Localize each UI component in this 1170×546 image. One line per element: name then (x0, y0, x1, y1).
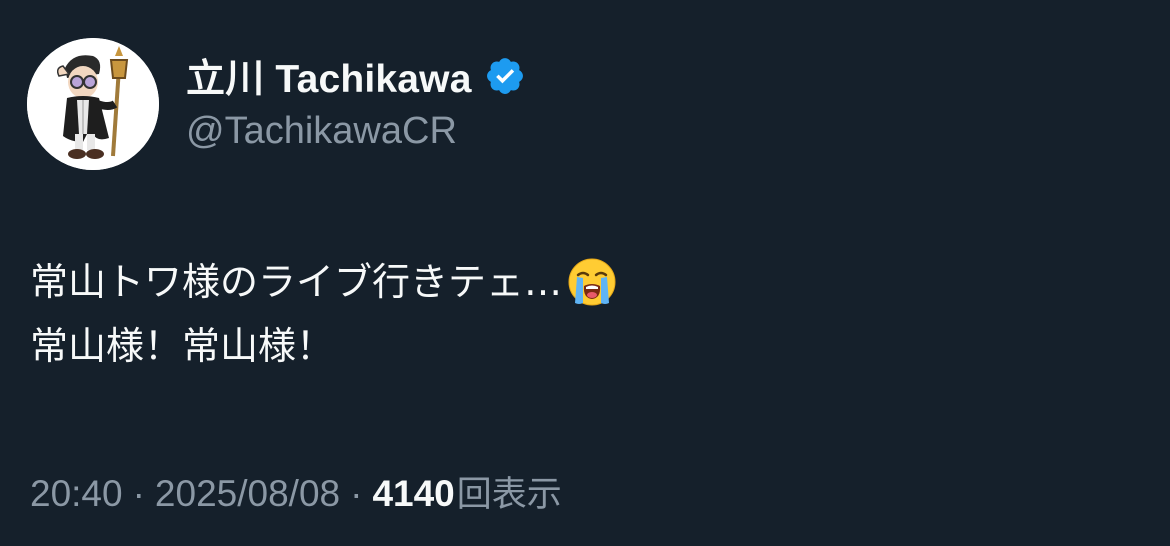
tweet-line-2-text: 常山様！常山様！ (30, 324, 335, 368)
author-handle[interactable]: @TachikawaCR (186, 110, 457, 153)
loudly-crying-face-icon (566, 256, 618, 308)
tweet-date[interactable]: 2025/08/08 (155, 473, 340, 515)
separator-dot: · (132, 473, 145, 514)
tweet-time[interactable]: 20:40 (30, 473, 123, 515)
verified-badge-icon (484, 55, 526, 97)
views-label: 回表示 (456, 475, 562, 515)
cartoon-character-avatar-icon (27, 38, 159, 170)
tweet-metadata: 20:40 · 2025/08/08 · 4140 回表示 (30, 466, 562, 517)
tweet-card: 立川 Tachikawa @TachikawaCR 常山トワ様のライブ行きテェ… (0, 0, 1170, 546)
views-count[interactable]: 4140 (372, 473, 454, 515)
avatar[interactable] (27, 38, 159, 170)
display-name[interactable]: 立川 Tachikawa (186, 48, 472, 104)
tweet-line-1: 常山トワ様のライブ行きテェ… (30, 250, 618, 314)
tweet-line-1-text: 常山トワ様のライブ行きテェ… (30, 260, 563, 304)
separator-dot: · (350, 473, 363, 514)
tweet-line-2: 常山様！常山様！ (30, 314, 618, 378)
author-name-row: 立川 Tachikawa (186, 54, 526, 101)
tweet-text: 常山トワ様のライブ行きテェ… 常山様！常山様！ (30, 250, 618, 378)
